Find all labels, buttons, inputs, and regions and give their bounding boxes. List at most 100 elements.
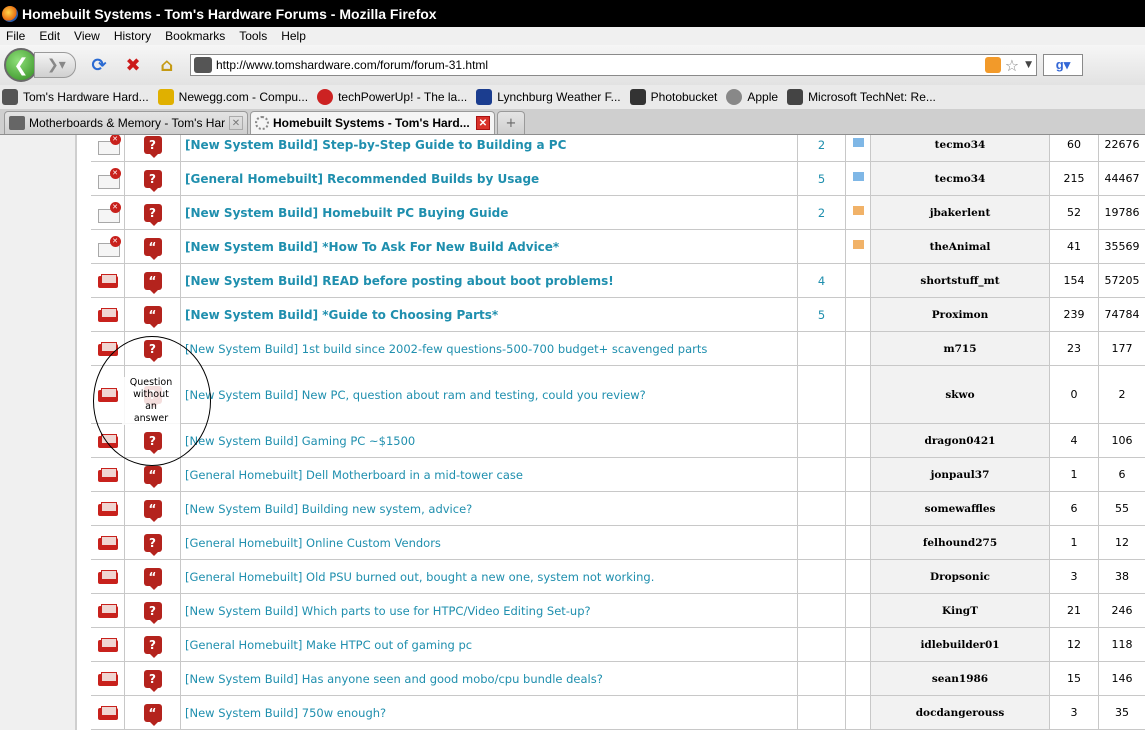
pages-cell: 2	[797, 135, 845, 161]
thread-title-link[interactable]: [New System Build] Which parts to use fo…	[185, 604, 591, 618]
view-count: 2	[1118, 388, 1126, 401]
url-dropdown-icon[interactable]: ▼	[1025, 60, 1032, 70]
thread-title-link[interactable]: [New System Build] New PC, question abou…	[185, 388, 646, 402]
bookmark-technet[interactable]: Microsoft TechNet: Re...	[787, 89, 936, 105]
home-button[interactable]: ⌂	[156, 54, 178, 76]
tab-motherboards-memory[interactable]: Motherboards & Memory - Tom's Hardw... ✕	[4, 111, 248, 134]
menu-history[interactable]: History	[114, 29, 151, 43]
thread-title-link[interactable]: [New System Build] Homebuilt PC Buying G…	[185, 206, 508, 220]
flag-cell	[845, 662, 870, 695]
flag-cell	[845, 458, 870, 491]
thread-title-link[interactable]: [New System Build] Has anyone seen and g…	[185, 672, 603, 686]
author-name[interactable]: Dropsonic	[930, 571, 990, 583]
tab-homebuilt-systems[interactable]: Homebuilt Systems - Tom's Hard... ✕	[250, 111, 495, 134]
rss-feed-icon[interactable]	[984, 57, 1001, 73]
title-cell: [New System Build] Which parts to use fo…	[180, 594, 797, 627]
menu-file[interactable]: File	[6, 29, 25, 43]
close-tab-icon[interactable]: ✕	[476, 116, 490, 130]
replies-cell: 239	[1049, 298, 1098, 331]
type-cell: “	[124, 264, 180, 297]
page-count-link[interactable]: 2	[818, 138, 825, 152]
bookmark-label: Microsoft TechNet: Re...	[808, 90, 936, 104]
quote-bubble-icon: “	[143, 499, 162, 522]
bookmark-toms-hardware[interactable]: Tom's Hardware Hard...	[2, 89, 149, 105]
title-cell: [New System Build] READ before posting a…	[180, 264, 797, 297]
open-folder-icon	[97, 671, 118, 686]
bookmark-newegg[interactable]: Newegg.com - Compu...	[157, 89, 308, 105]
author-name[interactable]: jbakerlent	[930, 207, 991, 219]
thread-row: ? [New System Build] Step-by-Step Guide t…	[91, 135, 1145, 162]
replies-cell: 1	[1049, 458, 1098, 491]
author-name[interactable]: m715	[943, 343, 976, 355]
thread-title-link[interactable]: [New System Build] READ before posting a…	[185, 274, 614, 288]
author-name[interactable]: idlebuilder01	[920, 639, 999, 651]
open-folder-icon	[97, 569, 118, 584]
author-cell: docdangerouss	[870, 696, 1049, 729]
page-count-link[interactable]: 2	[818, 206, 825, 220]
reply-count: 41	[1067, 240, 1081, 253]
author-name[interactable]: docdangerouss	[916, 707, 1005, 719]
url-text[interactable]: http://www.tomshardware.com/forum/forum-…	[216, 58, 985, 72]
thread-title-link[interactable]: [New System Build] *How To Ask For New B…	[185, 240, 559, 254]
menu-edit[interactable]: Edit	[39, 29, 60, 43]
forward-button[interactable]: ❯▾	[34, 52, 76, 78]
author-name[interactable]: KingT	[942, 605, 978, 617]
thread-title-link[interactable]: [General Homebuilt] Dell Motherboard in …	[185, 468, 523, 482]
author-name[interactable]: jonpaul37	[931, 469, 990, 481]
navigation-toolbar: ❮ ❯▾ ⟳ ✖ ⌂ http://www.tomshardware.com/f…	[0, 45, 1145, 85]
address-bar[interactable]: http://www.tomshardware.com/forum/forum-…	[190, 54, 1037, 76]
thread-title-link[interactable]: [New System Build] Step-by-Step Guide to…	[185, 138, 566, 152]
author-name[interactable]: felhound275	[923, 537, 997, 549]
thread-title-link[interactable]: [New System Build] Building new system, …	[185, 502, 472, 516]
bookmark-apple[interactable]: Apple	[726, 89, 778, 105]
bookmark-label: Lynchburg Weather F...	[497, 90, 621, 104]
bookmark-techpowerup[interactable]: techPowerUp! - The la...	[317, 89, 467, 105]
view-count: 19786	[1104, 206, 1140, 219]
thread-row: ? [New System Build] Gaming PC ~$1500 drag…	[91, 424, 1145, 458]
thread-row: “ [New System Build] *Guide to Choosing P…	[91, 298, 1145, 332]
close-tab-icon[interactable]: ✕	[229, 116, 243, 130]
thread-title-link[interactable]: [New System Build] 750w enough?	[185, 706, 386, 720]
new-tab-button[interactable]: +	[497, 111, 525, 134]
menu-view[interactable]: View	[74, 29, 100, 43]
thread-title-link[interactable]: [General Homebuilt] Old PSU burned out, …	[185, 570, 654, 584]
author-name[interactable]: tecmo34	[935, 139, 986, 151]
open-folder-icon	[97, 603, 118, 618]
thread-title-link[interactable]: [New System Build] 1st build since 2002-…	[185, 342, 707, 356]
menu-help[interactable]: Help	[281, 29, 306, 43]
title-cell: [New System Build] Building new system, …	[180, 492, 797, 525]
author-name[interactable]: shortstuff_mt	[920, 275, 999, 287]
bookmark-lynchburg-weather[interactable]: Lynchburg Weather F...	[476, 89, 621, 105]
techpowerup-icon	[317, 89, 334, 105]
reload-button[interactable]: ⟳	[88, 54, 110, 76]
stop-button[interactable]: ✖	[122, 54, 144, 76]
title-cell: [New System Build] New PC, question abou…	[180, 366, 797, 423]
thread-title-link[interactable]: [New System Build] *Guide to Choosing Pa…	[185, 308, 498, 322]
page-count-link[interactable]: 5	[818, 308, 825, 322]
twc-icon	[476, 89, 493, 105]
bookmark-photobucket[interactable]: Photobucket	[629, 89, 717, 105]
author-name[interactable]: tecmo34	[935, 173, 986, 185]
author-name[interactable]: somewaffles	[925, 503, 996, 515]
thread-title-link[interactable]: [General Homebuilt] Online Custom Vendor…	[185, 536, 441, 550]
search-engine-button[interactable]: g▾	[1043, 54, 1083, 76]
thread-row: ? [General Homebuilt] Online Custom Vendo…	[91, 526, 1145, 560]
page-count-link[interactable]: 5	[818, 172, 825, 186]
thread-title-link[interactable]: [General Homebuilt] Recommended Builds b…	[185, 172, 539, 186]
pages-cell	[797, 332, 845, 365]
page-count-link[interactable]: 4	[818, 274, 825, 288]
author-name[interactable]: Proximon	[932, 309, 988, 321]
bookmark-star-icon[interactable]: ☆	[1005, 56, 1019, 75]
tab-label: Motherboards & Memory - Tom's Hardw...	[29, 116, 225, 130]
author-name[interactable]: dragon0421	[925, 435, 996, 447]
author-name[interactable]: skwo	[945, 389, 974, 401]
status-cell	[91, 458, 124, 491]
back-button[interactable]: ❮	[4, 48, 38, 82]
menu-tools[interactable]: Tools	[239, 29, 267, 43]
author-name[interactable]: sean1986	[932, 673, 988, 685]
menu-bookmarks[interactable]: Bookmarks	[165, 29, 225, 43]
thread-title-link[interactable]: [New System Build] Gaming PC ~$1500	[185, 434, 415, 448]
status-cell	[91, 196, 124, 229]
thread-title-link[interactable]: [General Homebuilt] Make HTPC out of gam…	[185, 638, 472, 652]
author-name[interactable]: theAnimal	[930, 241, 991, 253]
